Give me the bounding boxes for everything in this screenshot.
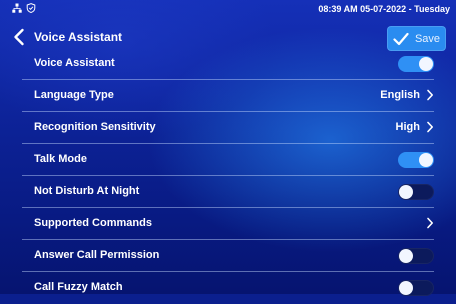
toggle-knob [399, 281, 413, 295]
network-icon [12, 3, 22, 15]
toggle-knob [399, 185, 413, 199]
setting-label: Talk Mode [34, 153, 87, 165]
setting-value: English [380, 89, 420, 101]
screen: 08:39 AM 05-07-2022 - Tuesday Voice Assi… [0, 0, 456, 296]
settings-list: Voice Assistant Language Type English Re… [0, 48, 456, 304]
voice-assistant-toggle[interactable] [398, 56, 434, 72]
page-title: Voice Assistant [34, 30, 123, 44]
toggle-knob [419, 57, 433, 71]
setting-row-supported-commands[interactable]: Supported Commands [22, 208, 434, 240]
setting-row-recognition-sensitivity[interactable]: Recognition Sensitivity High [22, 112, 434, 144]
toggle-knob [399, 249, 413, 263]
talk-mode-toggle[interactable] [398, 152, 434, 168]
status-datetime: 08:39 AM 05-07-2022 - Tuesday [318, 4, 450, 14]
setting-row-not-disturb-at-night: Not Disturb At Night [22, 176, 434, 208]
setting-row-talk-mode: Talk Mode [22, 144, 434, 176]
chevron-left-icon [14, 28, 24, 46]
setting-label: Language Type [34, 89, 114, 101]
setting-label: Call Fuzzy Match [34, 281, 123, 293]
sensitivity-value: High [396, 121, 434, 133]
save-label: Save [414, 32, 441, 45]
chevron-right-icon [427, 121, 433, 133]
shield-icon [26, 3, 36, 15]
chevron-right-icon [427, 217, 433, 229]
status-bar: 08:39 AM 05-07-2022 - Tuesday [0, 0, 456, 18]
toggle-knob [419, 153, 433, 167]
chevron-right-icon [427, 89, 433, 101]
setting-label: Supported Commands [34, 217, 152, 229]
setting-row-answer-call-permission: Answer Call Permission [22, 240, 434, 272]
status-icons [0, 3, 36, 15]
check-icon [393, 32, 409, 45]
commands-link [426, 217, 434, 229]
answer-call-toggle[interactable] [398, 248, 434, 264]
setting-row-language-type[interactable]: Language Type English [22, 80, 434, 112]
setting-row-voice-assistant: Voice Assistant [22, 48, 434, 80]
setting-label: Answer Call Permission [34, 249, 160, 261]
setting-label: Voice Assistant [34, 57, 115, 69]
not-disturb-toggle[interactable] [398, 184, 434, 200]
setting-row-call-fuzzy-match: Call Fuzzy Match [22, 272, 434, 304]
setting-label: Recognition Sensitivity [34, 121, 156, 133]
language-value: English [380, 89, 434, 101]
setting-value: High [395, 121, 420, 133]
setting-label: Not Disturb At Night [34, 185, 140, 197]
back-button[interactable] [10, 27, 30, 47]
